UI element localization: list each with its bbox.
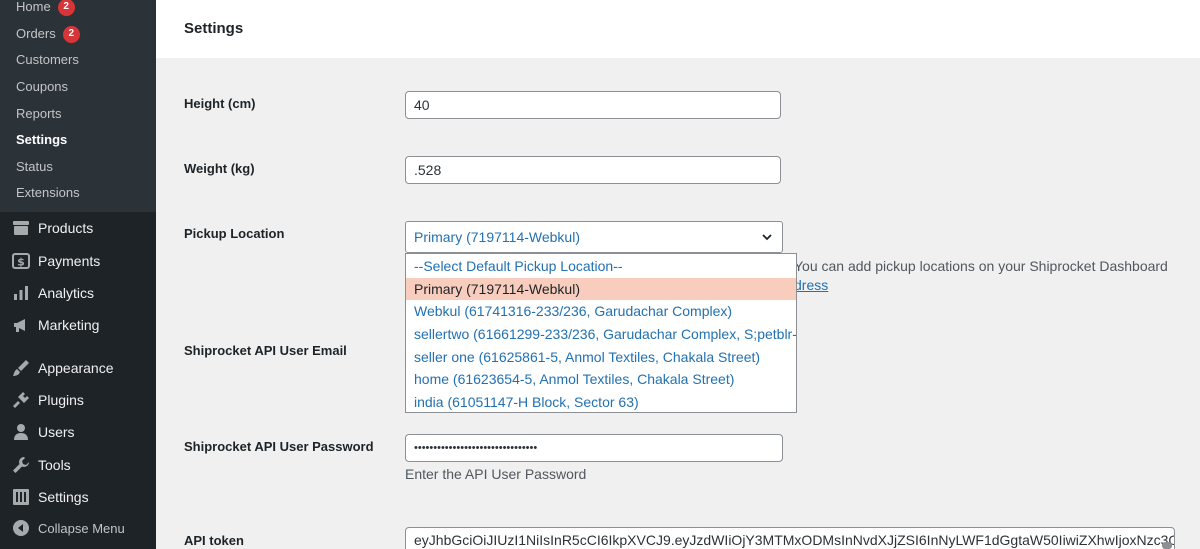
api-token-label: API token — [184, 533, 244, 548]
pickup-option[interactable]: india (61051147-H Block, Sector 63) — [406, 391, 796, 414]
pickup-option[interactable]: Webkul (61741316-233/236, Garudachar Com… — [406, 300, 796, 323]
menu-analytics[interactable]: Analytics — [12, 281, 94, 305]
pickup-location-selected: Primary (7197114-Webkul) — [414, 229, 580, 245]
admin-sidebar: Home 2 Orders 2 Customers Coupons Report… — [0, 0, 156, 549]
menu-users-label: Users — [38, 424, 75, 440]
menu-plugins-label: Plugins — [38, 392, 84, 408]
menu-settings[interactable]: Settings — [12, 485, 89, 509]
woocommerce-submenu: Home 2 Orders 2 Customers Coupons Report… — [0, 0, 156, 212]
submenu-settings[interactable]: Settings — [16, 131, 67, 149]
submenu-customers-label: Customers — [16, 52, 79, 67]
submenu-home[interactable]: Home 2 — [16, 0, 75, 16]
menu-products-label: Products — [38, 220, 94, 236]
pickup-option[interactable]: --Select Default Pickup Location-- — [406, 255, 796, 278]
menu-appearance[interactable]: Appearance — [12, 356, 114, 380]
submenu-coupons[interactable]: Coupons — [16, 78, 68, 96]
api-token-input[interactable]: eyJhbGciOiJIUzI1NiIsInR5cCI6IkpXVCJ9.eyJ… — [405, 527, 1175, 549]
pickup-option[interactable]: home (61623654-5, Anmol Textiles, Chakal… — [406, 368, 796, 391]
pickup-option-selected[interactable]: Primary (7197114-Webkul) — [406, 277, 796, 301]
menu-users[interactable]: Users — [12, 420, 75, 444]
weight-input[interactable]: .528 — [405, 156, 781, 184]
pickup-location-dropdown: --Select Default Pickup Location-- Prima… — [405, 253, 797, 413]
api-email-label: Shiprocket API User Email — [184, 343, 347, 358]
api-token-value: eyJhbGciOiJIUzI1NiIsInR5cCI6IkpXVCJ9.eyJ… — [414, 532, 1175, 548]
wrench-icon — [12, 456, 30, 474]
dollar-icon: $ — [12, 252, 30, 270]
submenu-customers[interactable]: Customers — [16, 51, 79, 69]
page-header: Settings — [156, 0, 1200, 58]
api-password-input[interactable]: •••••••••••••••••••••••••••••••• — [405, 434, 783, 462]
api-password-value: •••••••••••••••••••••••••••••••• — [414, 442, 538, 454]
menu-marketing[interactable]: Marketing — [12, 313, 99, 337]
menu-tools-label: Tools — [38, 457, 71, 473]
submenu-reports-label: Reports — [16, 106, 62, 121]
sliders-icon — [12, 488, 30, 506]
pickup-address-link[interactable]: dress — [794, 277, 828, 293]
menu-marketing-label: Marketing — [38, 317, 100, 333]
collapse-menu-label: Collapse Menu — [38, 520, 125, 536]
chevron-down-icon — [760, 230, 774, 244]
submenu-reports[interactable]: Reports — [16, 105, 62, 123]
brush-icon — [12, 359, 30, 377]
submenu-extensions-label: Extensions — [16, 185, 80, 200]
orders-count-badge: 2 — [62, 25, 80, 43]
pickup-option[interactable]: sellertwo (61661299-233/236, Garudachar … — [406, 323, 796, 346]
weight-label: Weight (kg) — [184, 161, 255, 176]
home-count-badge: 2 — [57, 0, 75, 16]
menu-plugins[interactable]: Plugins — [12, 388, 84, 412]
submenu-home-label: Home — [16, 0, 51, 14]
api-password-help: Enter the API User Password — [405, 466, 587, 482]
submenu-settings-label: Settings — [16, 132, 68, 147]
api-password-label: Shiprocket API User Password — [184, 439, 374, 454]
pickup-location-select[interactable]: Primary (7197114-Webkul) — [405, 221, 783, 253]
svg-text:$: $ — [17, 256, 25, 269]
pickup-location-label: Pickup Location — [184, 226, 285, 241]
menu-analytics-label: Analytics — [38, 285, 95, 301]
menu-payments[interactable]: $ Payments — [12, 249, 100, 273]
submenu-orders[interactable]: Orders 2 — [16, 25, 80, 43]
menu-tools[interactable]: Tools — [12, 453, 71, 477]
page-title: Settings — [184, 20, 244, 37]
token-scrollbar-handle[interactable] — [1162, 542, 1172, 549]
pickup-option[interactable]: seller one (61625861-5, Anmol Textiles, … — [406, 346, 796, 369]
menu-settings-label: Settings — [38, 489, 89, 505]
submenu-coupons-label: Coupons — [16, 79, 69, 94]
archive-icon — [12, 219, 30, 237]
app-frame: Home 2 Orders 2 Customers Coupons Report… — [0, 0, 1200, 549]
bar-chart-icon — [12, 284, 30, 302]
submenu-extensions[interactable]: Extensions — [16, 184, 80, 202]
plug-icon — [12, 391, 30, 409]
submenu-status[interactable]: Status — [16, 158, 53, 176]
weight-value: .528 — [414, 162, 442, 178]
collapse-menu-button[interactable]: Collapse Menu — [12, 516, 125, 540]
user-icon — [12, 423, 30, 441]
height-input[interactable]: 40 — [405, 91, 781, 119]
collapse-arrow-icon — [12, 519, 30, 537]
submenu-status-label: Status — [16, 159, 53, 174]
height-label: Height (cm) — [184, 96, 256, 111]
megaphone-icon — [12, 316, 30, 334]
submenu-orders-label: Orders — [16, 26, 56, 41]
pickup-location-description: You can add pickup locations on your Shi… — [794, 258, 1168, 274]
height-value: 40 — [414, 97, 430, 113]
menu-products[interactable]: Products — [12, 216, 93, 240]
menu-appearance-label: Appearance — [38, 360, 114, 376]
menu-payments-label: Payments — [38, 253, 101, 269]
